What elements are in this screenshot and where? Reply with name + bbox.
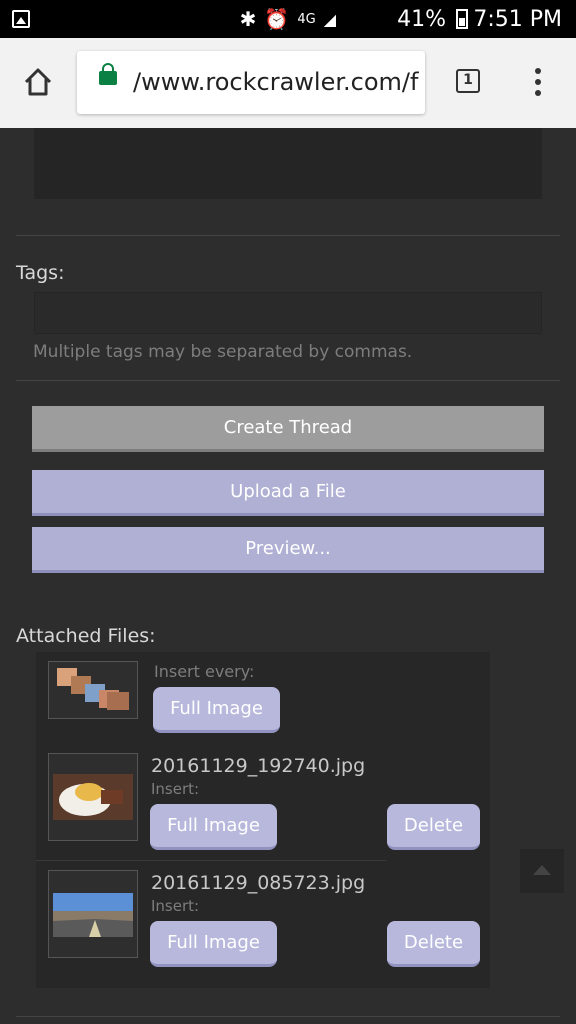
- home-icon[interactable]: [22, 66, 54, 98]
- full-image-button[interactable]: Full Image: [150, 921, 277, 967]
- create-thread-button[interactable]: Create Thread: [32, 406, 544, 452]
- scroll-to-top-button[interactable]: [520, 849, 564, 893]
- address-bar[interactable]: /www.rockcrawler.com/f: [77, 51, 425, 114]
- attachment-divider: [36, 860, 386, 861]
- battery-icon: [456, 9, 468, 29]
- battery-percent: 41%: [397, 7, 446, 32]
- tab-switcher-button[interactable]: 1: [456, 69, 480, 93]
- clock: 7:51 PM: [473, 7, 562, 32]
- insert-all-full-image-button[interactable]: Full Image: [153, 687, 280, 733]
- url-text: /www.rockcrawler.com/f: [133, 68, 419, 96]
- preview-button[interactable]: Preview...: [32, 527, 544, 573]
- file-thumbnail-1: [48, 753, 138, 841]
- insert-every-label: Insert every:: [154, 662, 255, 681]
- alarm-icon: ⏰: [264, 7, 290, 31]
- message-textarea[interactable]: [34, 128, 542, 199]
- status-icons: ✱ ⏰ 4G ◢: [240, 7, 336, 31]
- 4g-icon: 4G: [297, 11, 316, 27]
- browser-toolbar: /www.rockcrawler.com/f 1: [0, 38, 576, 128]
- page-content: Tags: Multiple tags may be separated by …: [0, 128, 576, 1024]
- all-images-thumbnail: [48, 661, 138, 719]
- attached-files-label: Attached Files:: [16, 625, 156, 647]
- lock-icon: [99, 63, 117, 85]
- delete-button[interactable]: Delete: [387, 804, 480, 850]
- tags-label: Tags:: [16, 262, 65, 284]
- divider: [16, 235, 560, 236]
- delete-button[interactable]: Delete: [387, 921, 480, 967]
- upload-file-button[interactable]: Upload a File: [32, 470, 544, 516]
- bluetooth-icon: ✱: [239, 7, 257, 31]
- full-image-button[interactable]: Full Image: [150, 804, 277, 850]
- gallery-icon: [12, 10, 30, 28]
- overflow-menu-icon[interactable]: [532, 68, 544, 98]
- status-bar: ✱ ⏰ 4G ◢ 41% 7:51 PM: [0, 0, 576, 38]
- tags-hint: Multiple tags may be separated by commas…: [33, 342, 413, 362]
- tags-input[interactable]: [34, 292, 542, 334]
- signal-icon: ◢: [323, 9, 336, 29]
- file-name: 20161129_192740.jpg: [151, 755, 366, 777]
- divider: [16, 1016, 560, 1017]
- insert-label: Insert:: [151, 897, 200, 915]
- insert-label: Insert:: [151, 780, 200, 798]
- divider: [16, 380, 560, 381]
- file-name: 20161129_085723.jpg: [151, 872, 366, 894]
- file-thumbnail-2: [48, 870, 138, 958]
